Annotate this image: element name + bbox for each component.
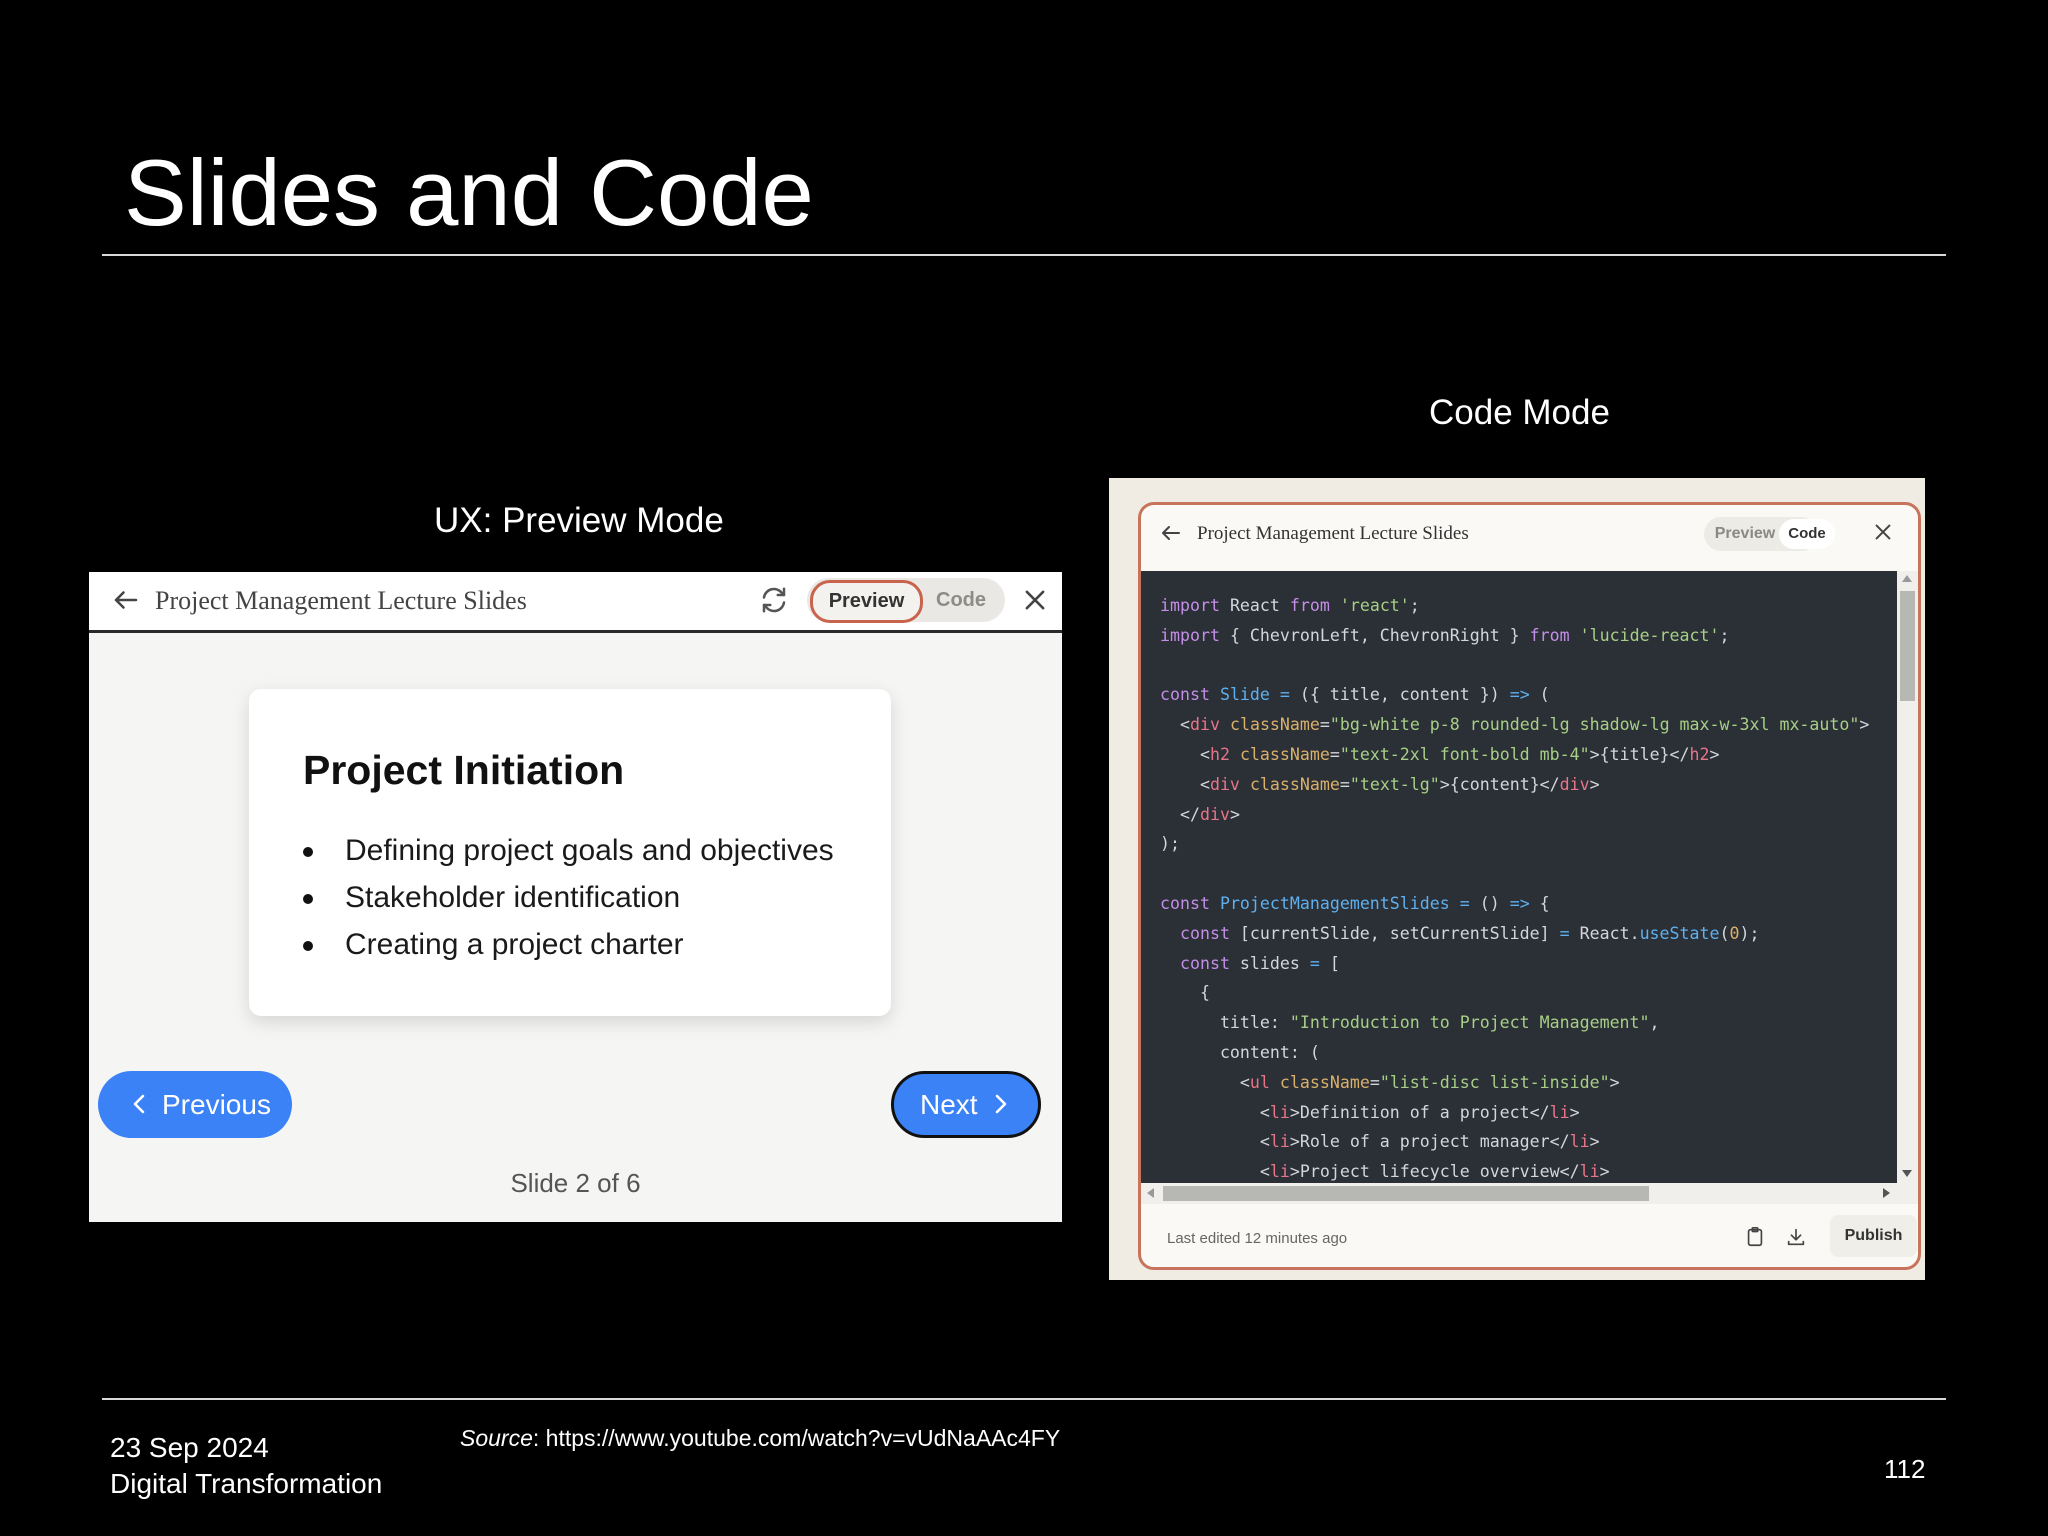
- next-button-label: Next: [920, 1089, 978, 1120]
- preview-mode-screenshot: Project Management Lecture Slides Previe…: [89, 572, 1062, 1222]
- arrow-left-icon[interactable]: [1159, 521, 1183, 545]
- preview-header-title: Project Management Lecture Slides: [155, 586, 527, 615]
- scroll-right-arrow-icon[interactable]: [1883, 1188, 1890, 1198]
- chevron-right-icon: [995, 1094, 1007, 1114]
- code-line: import { ChevronLeft, ChevronRight } fro…: [1160, 625, 1730, 645]
- bottom-divider: [102, 1398, 1946, 1400]
- code-line: <li>Project lifecycle overview</li>: [1160, 1162, 1610, 1182]
- list-item: Stakeholder identification: [303, 874, 834, 921]
- clipboard-icon[interactable]: [1744, 1226, 1766, 1248]
- footer-date: 23 Sep 2024: [110, 1432, 269, 1463]
- vertical-scroll-thumb[interactable]: [1900, 591, 1915, 701]
- code-line: content: (: [1160, 1042, 1320, 1062]
- code-line: import React from 'react';: [1160, 596, 1420, 615]
- code-line: const slides = [: [1179, 953, 1340, 973]
- scroll-down-arrow-icon[interactable]: [1902, 1170, 1912, 1177]
- list-item: Defining project goals and objectives: [303, 827, 834, 874]
- close-icon[interactable]: [1872, 521, 1894, 543]
- slide-title: Slides and Code: [124, 140, 814, 245]
- code-header-title: Project Management Lecture Slides: [1197, 523, 1469, 544]
- code-line: <div className="bg-white p-8 rounded-lg …: [1160, 715, 1870, 735]
- code-line: );: [1160, 834, 1180, 854]
- slide-card-title: Project Initiation: [303, 747, 625, 793]
- code-line: </div>: [1160, 804, 1240, 824]
- top-divider: [102, 254, 1946, 256]
- page-number: 112: [1884, 1454, 1926, 1484]
- code-line: <div className="text-lg">{content}</div>: [1160, 774, 1600, 794]
- code-line: {: [1160, 983, 1210, 1003]
- vertical-scrollbar[interactable]: [1897, 571, 1918, 1183]
- code-line: title: "Introduction to Project Manageme…: [1160, 1013, 1660, 1033]
- slide-bullet-list: Defining project goals and objectives St…: [303, 827, 834, 968]
- last-edited-text: Last edited 12 minutes ago: [1167, 1230, 1348, 1247]
- code-line: <ul className="list-disc list-inside">: [1160, 1072, 1620, 1092]
- code-line: <li>Role of a project manager</li>: [1160, 1132, 1600, 1152]
- preview-header-bar: Project Management Lecture Slides Previe…: [89, 572, 1062, 633]
- code-editor[interactable]: import React from 'react'; import { Chevr…: [1141, 571, 1897, 1183]
- code-line: const Slide = ({ title, content }) => (: [1160, 685, 1550, 705]
- scroll-up-arrow-icon[interactable]: [1902, 575, 1912, 582]
- arrow-left-icon[interactable]: [111, 585, 141, 615]
- footer-course: Digital Transformation: [110, 1468, 383, 1499]
- previous-button[interactable]: Previous: [98, 1071, 292, 1138]
- next-button[interactable]: Next: [891, 1071, 1041, 1138]
- scroll-left-arrow-icon[interactable]: [1147, 1188, 1154, 1198]
- horizontal-scrollbar[interactable]: [1141, 1183, 1918, 1204]
- caption-code-mode: Code Mode: [1429, 393, 1610, 432]
- tab-preview[interactable]: Preview: [810, 580, 923, 623]
- code-mode-screenshot: Project Management Lecture Slides Previe…: [1109, 478, 1925, 1280]
- code-lines: import React from 'react'; import { Chevr…: [1160, 591, 1869, 1183]
- code-line: const [currentSlide, setCurrentSlide] = …: [1179, 923, 1760, 943]
- source-citation: Source: https://www.youtube.com/watch?v=…: [460, 1425, 1060, 1452]
- source-label: Source: [460, 1425, 533, 1451]
- tab-code[interactable]: Code: [923, 580, 999, 620]
- code-line: <li>Definition of a project</li>: [1160, 1102, 1580, 1122]
- code-line: <h2 className="text-2xl font-bold mb-4">…: [1160, 744, 1720, 764]
- horizontal-scroll-thumb[interactable]: [1163, 1186, 1649, 1201]
- tab-preview[interactable]: Preview: [1710, 519, 1780, 549]
- list-item: Creating a project charter: [303, 921, 834, 968]
- chevron-left-icon: [133, 1094, 145, 1114]
- tab-code[interactable]: Code: [1779, 519, 1835, 549]
- publish-button[interactable]: Publish: [1830, 1215, 1917, 1257]
- slide-content-card: Project Initiation Defining project goal…: [249, 689, 891, 1016]
- code-line: const ProjectManagementSlides = () => {: [1160, 893, 1550, 913]
- slide-counter: Slide 2 of 6: [510, 1168, 641, 1198]
- close-icon[interactable]: [1021, 586, 1049, 614]
- code-artifact-window: Project Management Lecture Slides Previe…: [1138, 502, 1921, 1270]
- refresh-icon[interactable]: [759, 585, 789, 615]
- previous-button-label: Previous: [162, 1089, 271, 1120]
- caption-preview-mode: UX: Preview Mode: [434, 501, 724, 540]
- source-url[interactable]: : https://www.youtube.com/watch?v=vUdNaA…: [533, 1425, 1060, 1451]
- download-icon[interactable]: [1785, 1226, 1807, 1248]
